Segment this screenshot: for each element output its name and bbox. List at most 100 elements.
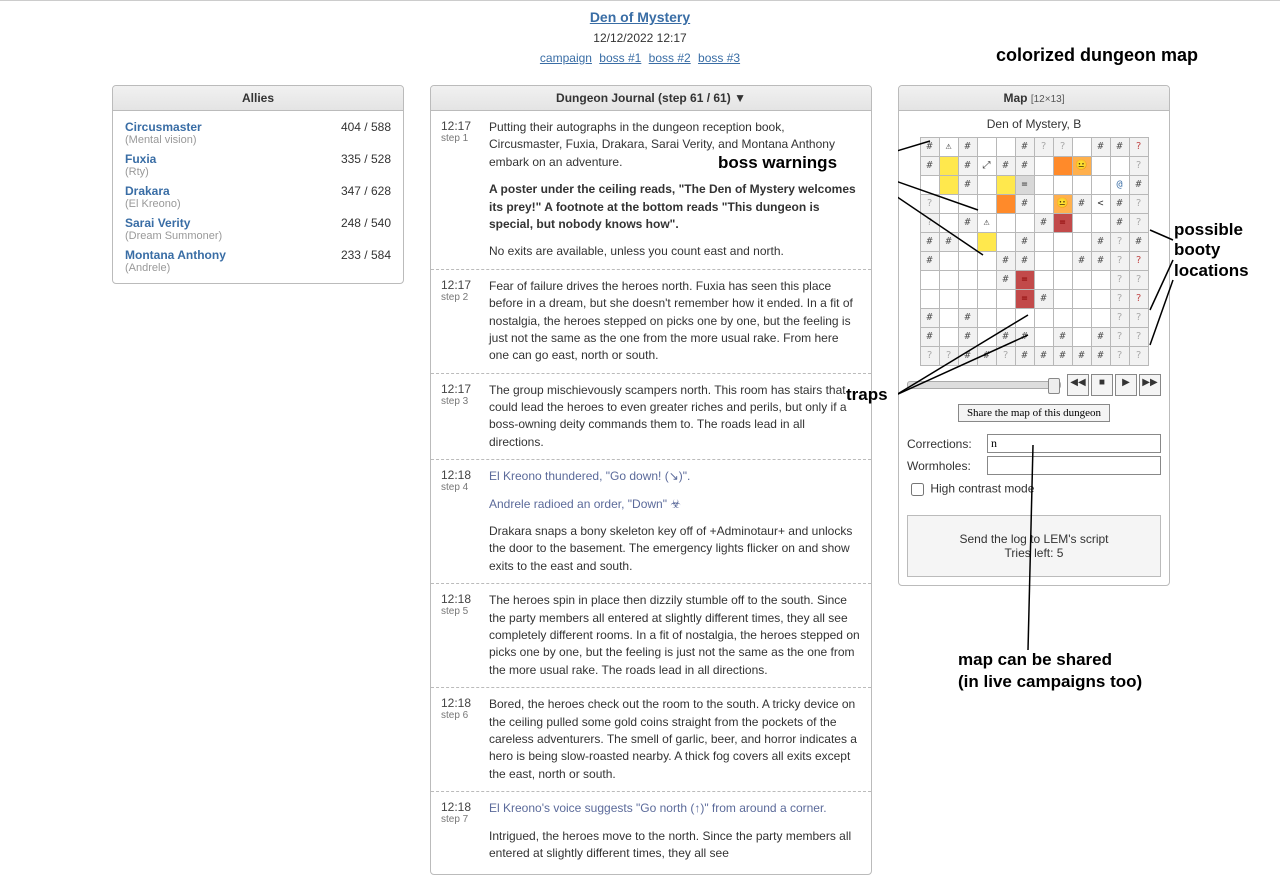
map-cell	[1034, 157, 1053, 176]
map-cell	[1015, 214, 1034, 233]
map-cell	[977, 309, 996, 328]
ally-row: Sarai Verity(Dream Summoner)248 / 540	[113, 213, 403, 245]
ally-name-link[interactable]: Sarai Verity	[125, 216, 222, 230]
journal-panel: Dungeon Journal (step 61 / 61) ▼ 12:17st…	[430, 85, 872, 875]
entry-text: Fear of failure drives the heroes north.…	[489, 278, 861, 365]
map-cell: ?	[1053, 138, 1072, 157]
ally-row: Drakara(El Kreono)347 / 628	[113, 181, 403, 213]
play-button[interactable]: ▶	[1115, 374, 1137, 396]
map-cell	[977, 290, 996, 309]
nav-link[interactable]: campaign	[540, 51, 592, 65]
map-cell: ?	[1110, 290, 1129, 309]
share-map-button[interactable]: Share the map of this dungeon	[958, 404, 1110, 422]
map-cell: #	[1015, 252, 1034, 271]
map-cell	[977, 328, 996, 347]
map-cell: #	[958, 214, 977, 233]
map-cell	[996, 176, 1015, 195]
map-cell: #	[958, 328, 977, 347]
entry-step: step 6	[441, 710, 489, 721]
journal-entry: 12:18step 6Bored, the heroes check out t…	[431, 687, 871, 791]
rewind-button[interactable]: ◀◀	[1067, 374, 1089, 396]
map-cell	[1034, 309, 1053, 328]
map-cell: ?	[920, 195, 939, 214]
journal-heading[interactable]: Dungeon Journal (step 61 / 61) ▼	[431, 86, 871, 111]
high-contrast-label: High contrast mode	[930, 482, 1034, 496]
map-cell	[1034, 252, 1053, 271]
journal-entry: 12:17step 2Fear of failure drives the he…	[431, 269, 871, 373]
map-cell: #	[996, 328, 1015, 347]
map-cell: ?	[1129, 271, 1148, 290]
map-cell: ?	[1129, 214, 1148, 233]
map-cell: #	[1072, 252, 1091, 271]
map-cell: #	[996, 252, 1015, 271]
nav-link[interactable]: boss #1	[599, 51, 641, 65]
map-cell: 😐	[1053, 195, 1072, 214]
map-cell	[1072, 176, 1091, 195]
ally-name-link[interactable]: Circusmaster	[125, 120, 202, 134]
dungeon-map-grid: #⚠##??##?##⤢##😐?#=@#?#😐#<#??#⚠#=#?####?#…	[920, 137, 1149, 366]
map-cell: #	[1110, 214, 1129, 233]
map-cell	[1053, 252, 1072, 271]
wormholes-label: Wormholes:	[907, 459, 987, 473]
nav-link[interactable]: boss #2	[649, 51, 691, 65]
map-cell: #	[939, 233, 958, 252]
map-cell	[1053, 233, 1072, 252]
dungeon-title-link[interactable]: Den of Mystery	[590, 9, 690, 25]
entry-text: No exits are available, unless you count…	[489, 243, 861, 260]
corrections-label: Corrections:	[907, 437, 987, 451]
map-cell	[939, 195, 958, 214]
map-cell	[1053, 157, 1072, 176]
map-cell: #	[1110, 138, 1129, 157]
map-cell: ?	[1110, 252, 1129, 271]
map-cell: ?	[1129, 195, 1148, 214]
map-cell: ?	[1110, 271, 1129, 290]
ally-subtitle: (Andrele)	[125, 262, 226, 274]
map-slider[interactable]	[907, 381, 1061, 389]
ally-name-link[interactable]: Drakara	[125, 184, 181, 198]
map-cell	[1091, 157, 1110, 176]
map-cell: #	[920, 157, 939, 176]
ally-subtitle: (El Kreono)	[125, 198, 181, 210]
map-cell: #	[1091, 138, 1110, 157]
nav-link[interactable]: boss #3	[698, 51, 740, 65]
map-cell	[958, 290, 977, 309]
map-cell: #	[1072, 347, 1091, 366]
map-heading: Map [12×13]	[899, 86, 1169, 111]
entry-text: A poster under the ceiling reads, "The D…	[489, 181, 861, 233]
map-cell	[939, 271, 958, 290]
send-log-box[interactable]: Send the log to LEM's script Tries left:…	[907, 515, 1161, 577]
wormholes-input[interactable]	[987, 456, 1161, 475]
map-cell	[977, 176, 996, 195]
map-cell	[996, 195, 1015, 214]
journal-entry: 12:18step 4El Kreono thundered, "Go down…	[431, 459, 871, 583]
ally-name-link[interactable]: Montana Anthony	[125, 248, 226, 262]
ally-hp: 335 / 528	[341, 152, 391, 178]
map-cell: #	[1072, 195, 1091, 214]
map-dim: [12×13]	[1031, 94, 1065, 105]
map-cell	[958, 195, 977, 214]
map-cell	[1091, 309, 1110, 328]
ally-subtitle: (Rty)	[125, 166, 156, 178]
map-cell	[1053, 271, 1072, 290]
high-contrast-checkbox[interactable]	[911, 483, 924, 496]
entry-time: 12:18	[441, 696, 489, 710]
journal-entry: 12:17step 3The group mischievously scamp…	[431, 373, 871, 460]
stop-button[interactable]: ■	[1091, 374, 1113, 396]
map-cell: #	[920, 233, 939, 252]
map-cell: ?	[920, 347, 939, 366]
timestamp: 12/12/2022 12:17	[0, 31, 1280, 45]
map-cell	[977, 195, 996, 214]
map-cell	[1072, 290, 1091, 309]
map-cell: <	[1091, 195, 1110, 214]
map-cell: #	[1110, 195, 1129, 214]
corrections-input[interactable]	[987, 434, 1161, 453]
map-cell	[939, 252, 958, 271]
map-cell: =	[1053, 214, 1072, 233]
map-cell	[1091, 176, 1110, 195]
fastfwd-button[interactable]: ▶▶	[1139, 374, 1161, 396]
ally-name-link[interactable]: Fuxia	[125, 152, 156, 166]
entry-text: Bored, the heroes check out the room to …	[489, 696, 861, 783]
map-cell: ⚠	[977, 214, 996, 233]
map-cell: ?	[1129, 328, 1148, 347]
map-cell	[1091, 290, 1110, 309]
